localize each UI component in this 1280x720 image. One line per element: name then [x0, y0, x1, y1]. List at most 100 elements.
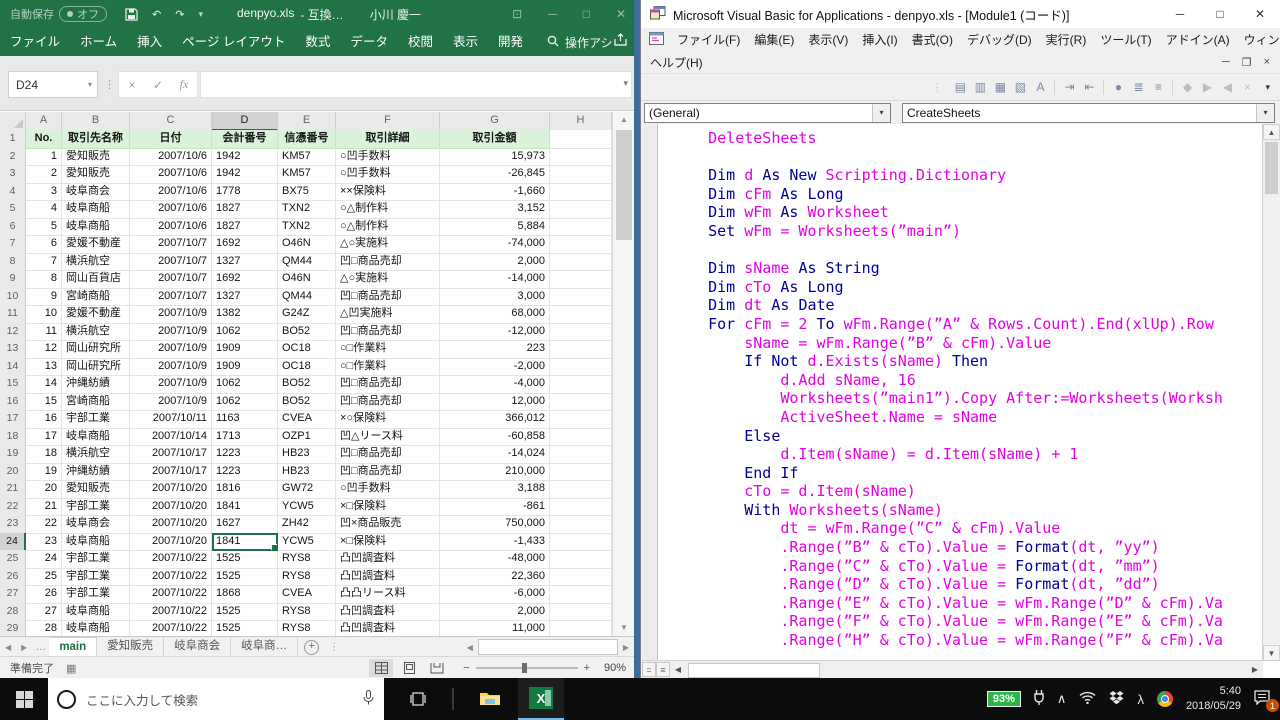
cell[interactable]: 2007/10/14	[130, 428, 212, 447]
list-properties-icon[interactable]: ▤	[950, 80, 970, 94]
cell[interactable]: 凹□商品売却	[336, 393, 440, 412]
cell[interactable]: BO52	[278, 375, 336, 394]
cell[interactable]: 2007/10/9	[130, 340, 212, 359]
row-header[interactable]: 19	[0, 445, 26, 464]
cell[interactable]: 1827	[212, 200, 278, 219]
cell[interactable]: 2007/10/9	[130, 375, 212, 394]
cell[interactable]: -1,660	[440, 183, 550, 202]
header-cell[interactable]	[550, 130, 612, 149]
formula-cancel-icon[interactable]: ×	[119, 78, 145, 92]
cell[interactable]: 1692	[212, 270, 278, 289]
user-name[interactable]: 小川 慶一	[370, 6, 421, 23]
cell[interactable]: 7	[26, 253, 62, 272]
cell[interactable]: 宇部工業	[62, 410, 130, 429]
cell[interactable]: 2007/10/20	[130, 533, 212, 552]
cell[interactable]: 19	[26, 463, 62, 482]
start-button[interactable]	[0, 678, 48, 720]
cell[interactable]: 愛知販売	[62, 165, 130, 184]
menu-item[interactable]: デバッグ(D)	[960, 31, 1039, 48]
cell[interactable]: BO52	[278, 393, 336, 412]
search-input[interactable]: ここに入力して検索	[86, 690, 363, 709]
code-horizontal-scrollbar[interactable]: = ≡ ◀ ▶	[642, 660, 1263, 678]
cell[interactable]: 24	[26, 550, 62, 569]
code-scroll-down-icon[interactable]: ▼	[1263, 645, 1280, 661]
header-cell[interactable]: 取引金額	[440, 130, 550, 149]
sheet-nav-next-icon[interactable]: ▶	[16, 643, 32, 652]
column-header[interactable]: A	[26, 112, 62, 131]
redo-icon[interactable]: ↷	[175, 8, 184, 21]
cell[interactable]: 22,360	[440, 568, 550, 587]
list-constants-icon[interactable]: ▥	[970, 80, 990, 94]
cell[interactable]: 1163	[212, 410, 278, 429]
cell[interactable]	[550, 305, 612, 324]
cell[interactable]: 愛媛不動産	[62, 305, 130, 324]
cell[interactable]	[550, 270, 612, 289]
cell[interactable]: △凹実施料	[336, 305, 440, 324]
ribbon-tab[interactable]: ファイル	[0, 28, 70, 56]
wifi-icon[interactable]	[1079, 691, 1096, 707]
object-dropdown-icon[interactable]: ▾	[872, 104, 890, 122]
cell[interactable]: 凸凹調査料	[336, 620, 440, 636]
row-header[interactable]: 4	[0, 183, 26, 202]
indent-icon[interactable]: ⇥	[1059, 80, 1079, 94]
cell[interactable]: -60,858	[440, 428, 550, 447]
cell[interactable]: 1223	[212, 445, 278, 464]
maximize-icon[interactable]: □	[583, 7, 590, 21]
excel-taskbar-icon[interactable]: X	[518, 678, 564, 720]
cell[interactable]: CVEA	[278, 585, 336, 604]
column-header[interactable]: H	[550, 112, 612, 131]
cell[interactable]: 1062	[212, 393, 278, 412]
comment-block-icon[interactable]: ≣	[1128, 80, 1148, 94]
ribbon-tab[interactable]: 数式	[295, 28, 340, 56]
row-header[interactable]: 21	[0, 480, 26, 499]
cell[interactable]: ×○保険料	[336, 410, 440, 429]
cell[interactable]: RYS8	[278, 620, 336, 636]
cell[interactable]	[550, 358, 612, 377]
cell[interactable]: 13	[26, 358, 62, 377]
prev-bookmark-icon[interactable]: ◀	[1217, 80, 1237, 94]
cell[interactable]: ○△制作料	[336, 200, 440, 219]
share-icon[interactable]	[613, 33, 628, 52]
cell[interactable]: 2007/10/6	[130, 218, 212, 237]
cell[interactable]: 2007/10/7	[130, 270, 212, 289]
taskbar-search[interactable]: ここに入力して検索	[48, 678, 384, 720]
battery-indicator[interactable]: 93%	[987, 691, 1021, 707]
code-scrollbar-thumb[interactable]	[1265, 142, 1278, 194]
cell[interactable]: 22	[26, 515, 62, 534]
cell[interactable]: 2007/10/11	[130, 410, 212, 429]
cell[interactable]: -2,000	[440, 358, 550, 377]
cell[interactable]: 愛知販売	[62, 148, 130, 167]
row-header[interactable]: 12	[0, 323, 26, 342]
module-window-icon[interactable]	[649, 32, 664, 48]
cell[interactable]: 2007/10/17	[130, 445, 212, 464]
cell[interactable]: ZH42	[278, 515, 336, 534]
sheet-nav-prev-icon[interactable]: ◀	[0, 643, 16, 652]
toggle-breakpoint-icon[interactable]: ●	[1108, 80, 1128, 94]
cell[interactable]	[550, 603, 612, 622]
cell[interactable]	[550, 183, 612, 202]
row-header[interactable]: 13	[0, 340, 26, 359]
code-hscroll-thumb[interactable]	[688, 663, 820, 678]
tell-me-search[interactable]: 操作アシ	[547, 34, 613, 51]
cell[interactable]: 4	[26, 200, 62, 219]
cell[interactable]: 2007/10/9	[130, 305, 212, 324]
object-dropdown[interactable]: (General) ▾	[644, 103, 891, 123]
cell[interactable]	[550, 533, 612, 552]
cell[interactable]: 6	[26, 235, 62, 254]
macro-record-icon[interactable]: ▦	[66, 662, 76, 675]
view-page-layout-icon[interactable]	[397, 659, 421, 677]
hscroll-left-icon[interactable]: ◀	[462, 643, 478, 652]
cell[interactable]: 凹□商品売却	[336, 375, 440, 394]
toggle-bookmark-icon[interactable]: ◆	[1177, 80, 1197, 94]
cell[interactable]: 凹□商品売却	[336, 253, 440, 272]
procedure-dropdown[interactable]: CreateSheets ▾	[902, 103, 1275, 123]
cell[interactable]	[550, 410, 612, 429]
undo-icon[interactable]: ↶	[152, 8, 161, 21]
cell[interactable]: 2007/10/20	[130, 480, 212, 499]
cell[interactable]: TXN2	[278, 200, 336, 219]
cell[interactable]	[550, 585, 612, 604]
formula-input[interactable]	[200, 71, 632, 98]
row-header[interactable]: 5	[0, 200, 26, 219]
row-header[interactable]: 2	[0, 148, 26, 167]
cell[interactable]: 210,000	[440, 463, 550, 482]
